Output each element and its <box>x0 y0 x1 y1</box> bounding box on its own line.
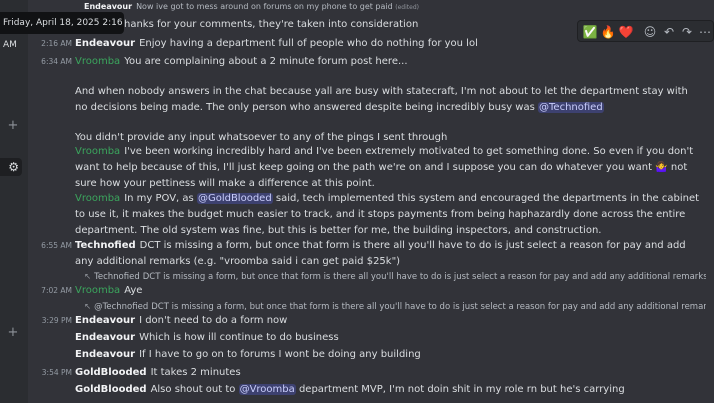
reply-text: DCT is missing a form, but once that for… <box>142 272 706 282</box>
message-author[interactable]: Endeavour <box>75 349 135 360</box>
message-timestamp: 2:16 AM <box>41 39 72 48</box>
reply-icon[interactable]: ↶ <box>660 23 678 41</box>
message-timestamp: 3:29 PM <box>41 316 72 325</box>
edited-label: (edited) <box>395 4 419 11</box>
message-text: Now ive got to mess around on forums on … <box>136 2 393 11</box>
message-author[interactable]: Vroomba <box>75 56 120 67</box>
message-text: DCT is missing a form, but once that for… <box>75 240 686 267</box>
timestamp-tooltip: Friday, April 18, 2025 2:16 AM <box>0 12 124 50</box>
user-mention[interactable]: @Vroomba <box>238 384 296 395</box>
message-text: department MVP, I'm not doin shit in my … <box>298 384 625 395</box>
message-text: Aye <box>124 285 143 296</box>
message-timestamp: 7:02 AM <box>41 286 72 295</box>
add-reaction-icon[interactable]: ☺ <box>641 23 659 41</box>
message-text: I don't need to do a form now <box>139 315 288 326</box>
reply-preview[interactable]: ↖ Technofied DCT is missing a form, but on… <box>84 271 706 283</box>
shrug-emoji: 🤷‍♀️ <box>655 162 668 173</box>
user-mention[interactable]: @GoldBlooded <box>196 193 273 204</box>
reaction-heart-button[interactable]: ❤️ <box>617 23 635 41</box>
reaction-fire-button[interactable]: 🔥 <box>599 23 617 41</box>
message-timestamp: 6:34 AM <box>41 57 72 66</box>
reply-text: DCT is missing a form, but once that for… <box>151 302 706 312</box>
chat-log: Endeavour Now ive got to mess around on f… <box>28 0 714 403</box>
message-text: I've been working incredibly hard and I'… <box>75 146 694 173</box>
message-text: Enjoy having a department full of people… <box>139 38 478 49</box>
reply-author: @Technofied <box>94 302 149 312</box>
forward-icon[interactable]: ↷ <box>678 23 696 41</box>
message-author[interactable]: GoldBlooded <box>75 384 147 395</box>
reply-arrow-icon: ↖ <box>84 272 92 282</box>
add-icon[interactable]: + <box>7 326 19 339</box>
message-timestamp: 6:55 AM <box>41 241 72 250</box>
message-text: In my POV, as <box>124 193 194 204</box>
reply-preview[interactable]: ↖ @Technofied DCT is missing a form, but o… <box>84 301 706 313</box>
message-author[interactable]: Technofied <box>75 240 136 251</box>
message-author[interactable]: Endeavour <box>75 38 135 49</box>
message-timestamp: 3:54 PM <box>41 368 72 377</box>
message-author[interactable]: Vroomba <box>75 146 120 157</box>
message-text: Which is how ill continue to do business <box>139 332 339 343</box>
message-text: You are complaining about a 2 minute for… <box>124 56 408 67</box>
message-author[interactable]: Endeavour <box>75 315 135 326</box>
message-text: It takes 2 minutes <box>150 367 241 378</box>
message-author[interactable]: Vroomba <box>75 285 120 296</box>
message-author[interactable]: GoldBlooded <box>75 367 147 378</box>
message-actions-toolbar: ✅ 🔥 ❤️ ☺ ↶ ↷ ⋯ <box>577 20 714 42</box>
user-mention[interactable]: @Technofied <box>538 102 604 113</box>
reply-author: Technofied <box>94 272 140 282</box>
message-text: If I have to go on to forums I wont be d… <box>139 349 421 360</box>
left-gutter: + ⚙ + <box>0 0 28 403</box>
more-icon[interactable]: ⋯ <box>696 23 714 41</box>
message-author[interactable]: Endeavour <box>75 332 135 343</box>
message-author[interactable]: Endeavour <box>84 2 132 11</box>
message-author[interactable]: Vroomba <box>75 193 120 204</box>
reaction-check-button[interactable]: ✅ <box>581 23 599 41</box>
add-icon[interactable]: + <box>7 119 19 132</box>
reply-arrow-icon: ↖ <box>84 302 92 312</box>
gear-icon[interactable]: ⚙ <box>0 158 22 176</box>
message-text: Also shout out to <box>150 384 236 395</box>
